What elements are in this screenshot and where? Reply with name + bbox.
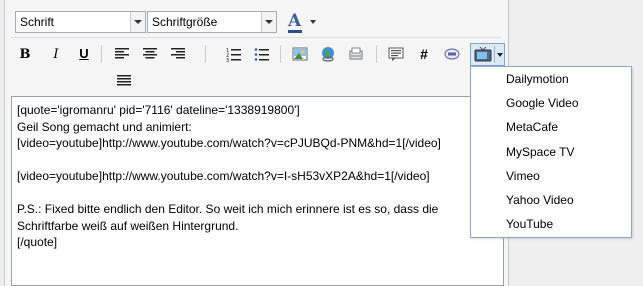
- svg-text:3: 3: [226, 58, 229, 62]
- menu-item-myspace-tv[interactable]: MySpace TV: [506, 143, 574, 161]
- split-button-divider: [494, 46, 495, 63]
- align-justify-button[interactable]: [113, 70, 135, 92]
- chevron-down-icon[interactable]: [497, 53, 503, 57]
- bold-icon: B: [19, 47, 31, 62]
- text-line: [17, 185, 503, 202]
- underline-icon: U: [79, 46, 89, 61]
- toolbar-separator: [280, 45, 281, 63]
- align-right-button[interactable]: [167, 43, 189, 65]
- italic-icon: I: [53, 47, 59, 62]
- unordered-list-icon: [254, 48, 269, 61]
- text-line: Geil Song gemacht und animiert:: [17, 119, 192, 134]
- link-globe-icon: [322, 47, 334, 62]
- email-icon: [349, 47, 363, 60]
- tv-icon: [474, 47, 492, 62]
- unordered-list-button[interactable]: [251, 43, 273, 65]
- code-button[interactable]: #: [413, 43, 435, 65]
- align-left-icon: [115, 48, 129, 59]
- toolbar-separator: [376, 45, 377, 63]
- align-right-icon: [171, 48, 185, 59]
- chevron-down-icon[interactable]: [261, 12, 276, 32]
- php-code-button[interactable]: [441, 43, 463, 65]
- menu-item-dailymotion[interactable]: Dailymotion: [506, 70, 569, 88]
- align-center-icon: [143, 48, 157, 59]
- chevron-down-icon[interactable]: [130, 12, 145, 32]
- text-line: [quote='igromanru' pid='7116' dateline='…: [17, 103, 300, 117]
- text-color-button[interactable]: A: [285, 11, 319, 33]
- quote-button[interactable]: [385, 43, 407, 65]
- bold-button[interactable]: B: [14, 43, 36, 65]
- insert-video-button[interactable]: [470, 43, 505, 66]
- menu-item-yahoo-video[interactable]: Yahoo Video: [506, 191, 574, 209]
- menu-item-google-video[interactable]: Google Video: [506, 94, 579, 112]
- text-line: [video=youtube]http://www.youtube.com/wa…: [17, 169, 430, 183]
- align-center-button[interactable]: [139, 43, 161, 65]
- chevron-down-icon[interactable]: [310, 20, 316, 24]
- text-line: P.S.: Fixed bitte endlich den Editor. So…: [17, 202, 439, 216]
- text-line: Schriftfarbe weiß auf weißen Hintergrund…: [17, 218, 239, 233]
- menu-item-vimeo[interactable]: Vimeo: [506, 167, 540, 185]
- text-line: [/quote]: [17, 235, 58, 249]
- text-color-icon: A: [288, 11, 302, 31]
- quote-icon: [388, 47, 404, 61]
- insert-image-button[interactable]: [289, 43, 311, 65]
- video-provider-menu: Dailymotion Google Video MetaCafe MySpac…: [470, 66, 632, 238]
- message-textarea[interactable]: [quote='igromanru' pid='7116' dateline='…: [11, 96, 504, 286]
- align-justify-icon: [117, 75, 131, 86]
- text-line: [17, 152, 503, 169]
- toolbar-separator: [101, 45, 102, 63]
- ordered-list-icon: 1 2 3: [226, 48, 241, 62]
- italic-button[interactable]: I: [45, 43, 67, 65]
- image-icon: [292, 47, 308, 61]
- menu-item-metacafe[interactable]: MetaCafe: [506, 118, 558, 136]
- toolbar-divider: [11, 37, 501, 38]
- ordered-list-button[interactable]: 1 2 3: [223, 43, 245, 65]
- font-size-select-value: Schriftgröße: [152, 15, 218, 29]
- menu-item-youtube[interactable]: YouTube: [506, 215, 553, 233]
- insert-link-button[interactable]: [317, 43, 339, 65]
- underline-button[interactable]: U: [73, 43, 95, 65]
- hashtag-icon: #: [420, 46, 428, 62]
- php-icon: [444, 48, 460, 60]
- font-select-value: Schrift: [20, 15, 55, 29]
- insert-email-button[interactable]: [345, 43, 367, 65]
- font-size-select[interactable]: Schriftgröße: [147, 11, 277, 33]
- editor-panel: Schrift Schriftgröße A B I U 1 2 3 # [qu…: [4, 0, 509, 286]
- toolbar-separator: [205, 45, 206, 63]
- text-line: [video=youtube]http://www.youtube.com/wa…: [17, 136, 441, 150]
- align-left-button[interactable]: [111, 43, 133, 65]
- font-select[interactable]: Schrift: [15, 11, 146, 33]
- text-color-swatch: [288, 30, 302, 33]
